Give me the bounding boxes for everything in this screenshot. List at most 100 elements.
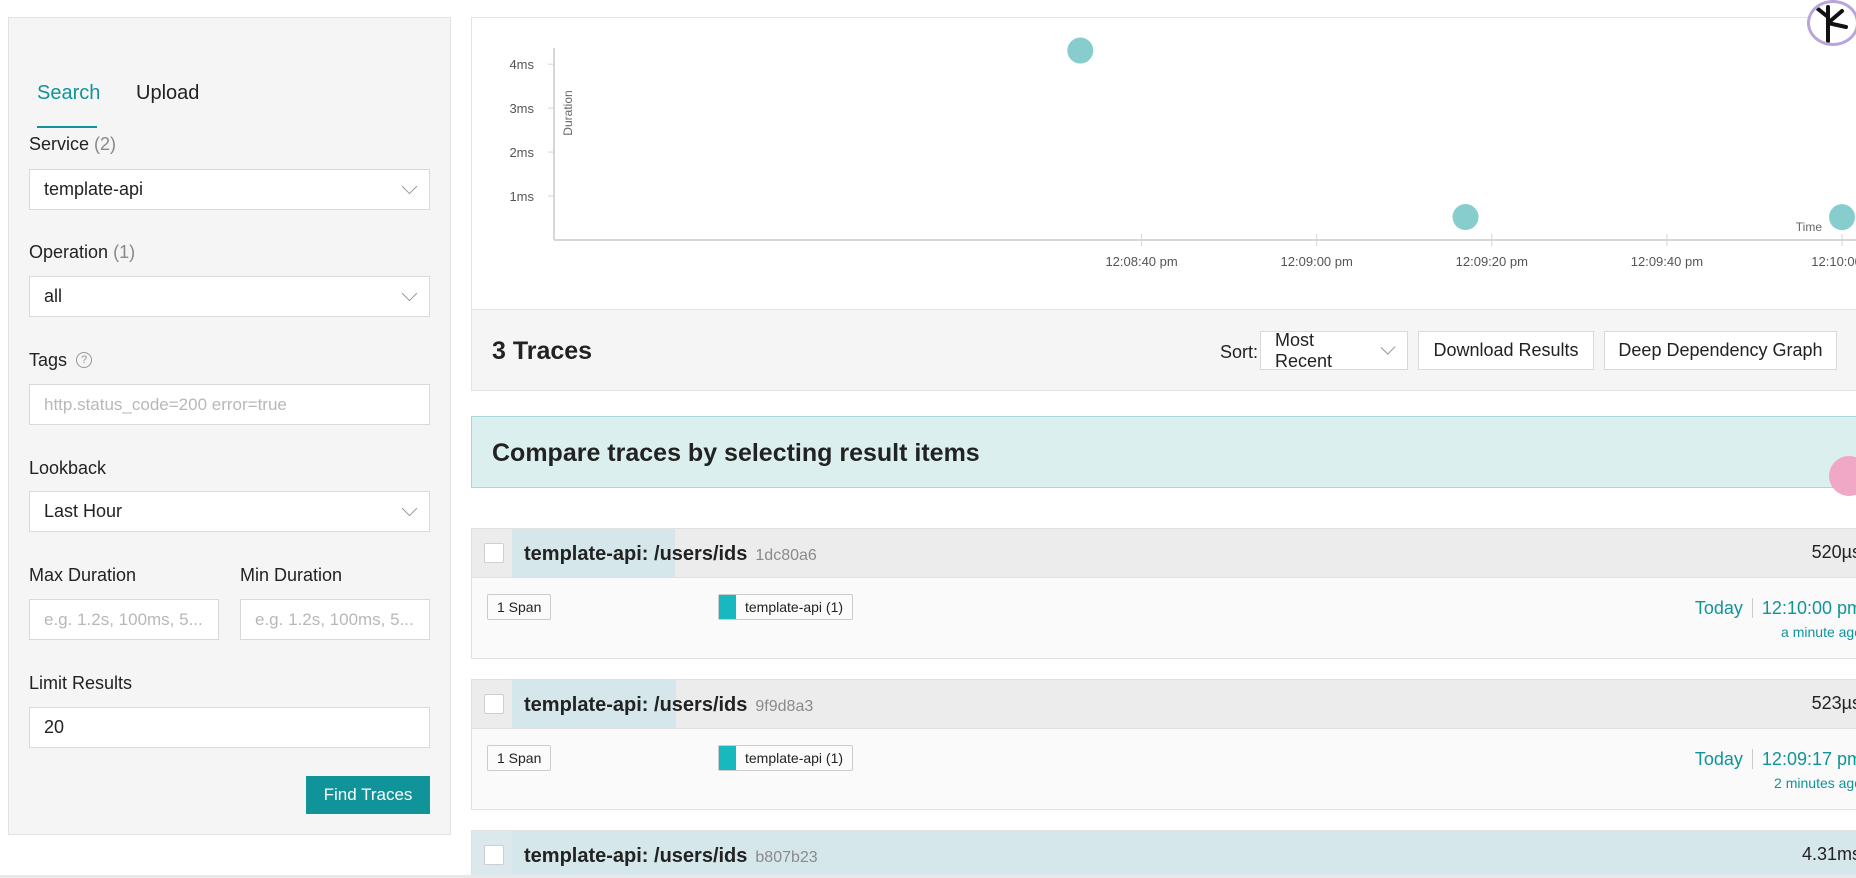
tab-search[interactable]: Search	[37, 82, 100, 105]
trace-header[interactable]: template-api: /users/ids 1dc80a6 520µs	[471, 528, 1856, 578]
lookback-select-value: Last Hour	[44, 501, 123, 521]
trace-duration: 523µs	[1811, 693, 1856, 713]
chevron-down-icon	[401, 178, 418, 195]
chevron-down-icon	[1380, 339, 1396, 356]
tab-upload[interactable]: Upload	[136, 82, 199, 105]
service-tag-label: template-api (1)	[745, 599, 844, 615]
trace-title[interactable]: template-api: /users/ids b807b23	[524, 845, 818, 868]
x-tick-label: 12:08:40 pm	[1105, 254, 1177, 269]
app-root: Search Upload Service (2) template-api O…	[0, 0, 1856, 878]
app-logo-icon[interactable]	[1807, 0, 1856, 46]
operation-label: Operation (1)	[29, 242, 135, 263]
service-select[interactable]: template-api	[29, 169, 430, 210]
limit-results-value: 20	[44, 717, 65, 737]
trace-header[interactable]: template-api: /users/ids 9f9d8a3 523µs	[471, 679, 1856, 729]
span-count-tag: 1 Span	[487, 594, 552, 620]
trace-day: Today	[1694, 598, 1743, 618]
trace-header[interactable]: template-api: /users/ids b807b23 4.31ms	[471, 830, 1856, 878]
floating-badge[interactable]	[1829, 456, 1856, 496]
trace-timestamp: Today 12:10:00 pm a minute ago	[1695, 598, 1856, 640]
trace-time: 12:09:17 pm	[1761, 749, 1856, 769]
x-tick-label: 12:10:00 p	[1811, 254, 1856, 269]
trace-title[interactable]: template-api: /users/ids 1dc80a6	[524, 543, 817, 566]
tags-input[interactable]: http.status_code=200 error=true	[29, 384, 430, 425]
min-duration-input[interactable]: e.g. 1.2s, 100ms, 5...	[240, 599, 430, 640]
trace-title-text: template-api: /users/ids	[524, 543, 748, 565]
trace-item[interactable]: template-api: /users/ids b807b23 4.31ms	[471, 830, 1856, 878]
tags-label-text: Tags	[29, 350, 68, 370]
help-icon[interactable]: ?	[76, 352, 93, 368]
operation-count: (1)	[113, 242, 136, 262]
y-tick-label: 3ms	[509, 101, 534, 116]
span-count-tag: 1 Span	[487, 745, 552, 771]
trace-id: b807b23	[755, 849, 818, 866]
trace-title[interactable]: template-api: /users/ids 9f9d8a3	[524, 694, 813, 717]
trace-duration: 4.31ms	[1801, 844, 1856, 864]
operation-select[interactable]: all	[29, 276, 430, 317]
max-duration-placeholder: e.g. 1.2s, 100ms, 5...	[44, 609, 203, 629]
y-tick-label: 2ms	[509, 145, 534, 160]
sort-select-value: Most Recent	[1275, 329, 1333, 371]
trace-item[interactable]: template-api: /users/ids 1dc80a6 520µs 1 …	[471, 528, 1856, 659]
compare-banner: Compare traces by selecting result items	[471, 416, 1856, 488]
min-duration-placeholder: e.g. 1.2s, 100ms, 5...	[255, 609, 414, 629]
results-header: 3 Traces Sort: Most Recent Download Resu…	[471, 309, 1856, 391]
service-color-swatch	[719, 595, 736, 619]
active-tab-indicator	[37, 126, 97, 128]
find-traces-button[interactable]: Find Traces	[306, 776, 430, 814]
trace-select-checkbox[interactable]	[484, 845, 504, 865]
trace-item[interactable]: template-api: /users/ids 9f9d8a3 523µs 1 …	[471, 679, 1856, 810]
trace-body[interactable]: 1 Span template-api (1) Today 12:09:17 pm…	[471, 729, 1856, 810]
service-count: (2)	[94, 134, 117, 154]
trace-id: 9f9d8a3	[755, 698, 814, 715]
trace-relative-time: a minute ago	[1781, 624, 1856, 640]
y-tick-label: 1ms	[509, 189, 534, 204]
sort-select[interactable]: Most Recent	[1260, 329, 1408, 371]
trace-select-checkbox[interactable]	[484, 543, 504, 563]
y-tick-label: 4ms	[509, 57, 534, 72]
trace-body[interactable]: 1 Span template-api (1) Today 12:10:00 pm…	[471, 578, 1856, 659]
divider	[1751, 749, 1753, 769]
limit-results-label: Limit Results	[29, 673, 133, 693]
trace-point	[1452, 204, 1479, 231]
search-panel: Search Upload Service (2) template-api O…	[8, 17, 451, 835]
trace-id: 1dc80a6	[755, 547, 817, 564]
trace-title-text: template-api: /users/ids	[524, 845, 748, 867]
divider	[1751, 598, 1753, 618]
scatter-plot-panel: 1ms 2ms 3ms 4ms 12:08:40 pm 12:09:00 pm 12:09:…	[471, 17, 1856, 309]
operation-select-value: all	[44, 286, 63, 306]
deep-dependency-graph-button[interactable]: Deep Dependency Graph	[1604, 331, 1837, 370]
download-results-button[interactable]: Download Results	[1418, 331, 1594, 370]
x-tick-label: 12:09:00 pm	[1281, 254, 1353, 269]
scatter-plot: 1ms 2ms 3ms 4ms 12:08:40 pm 12:09:00 pm 12:09:…	[509, 37, 1856, 269]
trace-time: 12:10:00 pm	[1761, 598, 1856, 618]
lookback-select[interactable]: Last Hour	[29, 491, 430, 532]
max-duration-label: Max Duration	[29, 565, 137, 585]
x-axis-title: Time	[1796, 220, 1823, 234]
chevron-down-icon	[401, 500, 418, 517]
search-tabs: Search Upload	[29, 64, 429, 130]
results-count: 3 Traces	[492, 337, 593, 365]
operation-label-text: Operation	[29, 242, 109, 262]
max-duration-input[interactable]: e.g. 1.2s, 100ms, 5...	[29, 599, 219, 640]
x-tick-label: 12:09:20 pm	[1456, 254, 1528, 269]
trace-point	[1829, 204, 1855, 231]
limit-results-input[interactable]: 20	[29, 707, 430, 748]
lookback-label: Lookback	[29, 458, 107, 478]
min-duration-label: Min Duration	[240, 565, 343, 585]
trace-timestamp: Today 12:09:17 pm 2 minutes ago	[1695, 749, 1856, 791]
trace-select-checkbox[interactable]	[484, 694, 504, 714]
x-tick-label: 12:09:40 pm	[1631, 254, 1703, 269]
trace-relative-time: 2 minutes ago	[1774, 775, 1856, 791]
chevron-down-icon	[401, 285, 418, 302]
service-color-swatch	[719, 746, 736, 770]
trace-duration: 520µs	[1811, 542, 1856, 562]
sort-label: Sort:	[1220, 342, 1259, 362]
service-tag-label: template-api (1)	[745, 750, 844, 766]
service-label: Service (2)	[29, 134, 116, 155]
service-tag: template-api (1)	[718, 745, 854, 771]
trace-title-text: template-api: /users/ids	[524, 694, 748, 716]
service-label-text: Service	[29, 134, 90, 154]
trace-point	[1067, 37, 1094, 64]
tags-label: Tags ?	[29, 350, 93, 371]
